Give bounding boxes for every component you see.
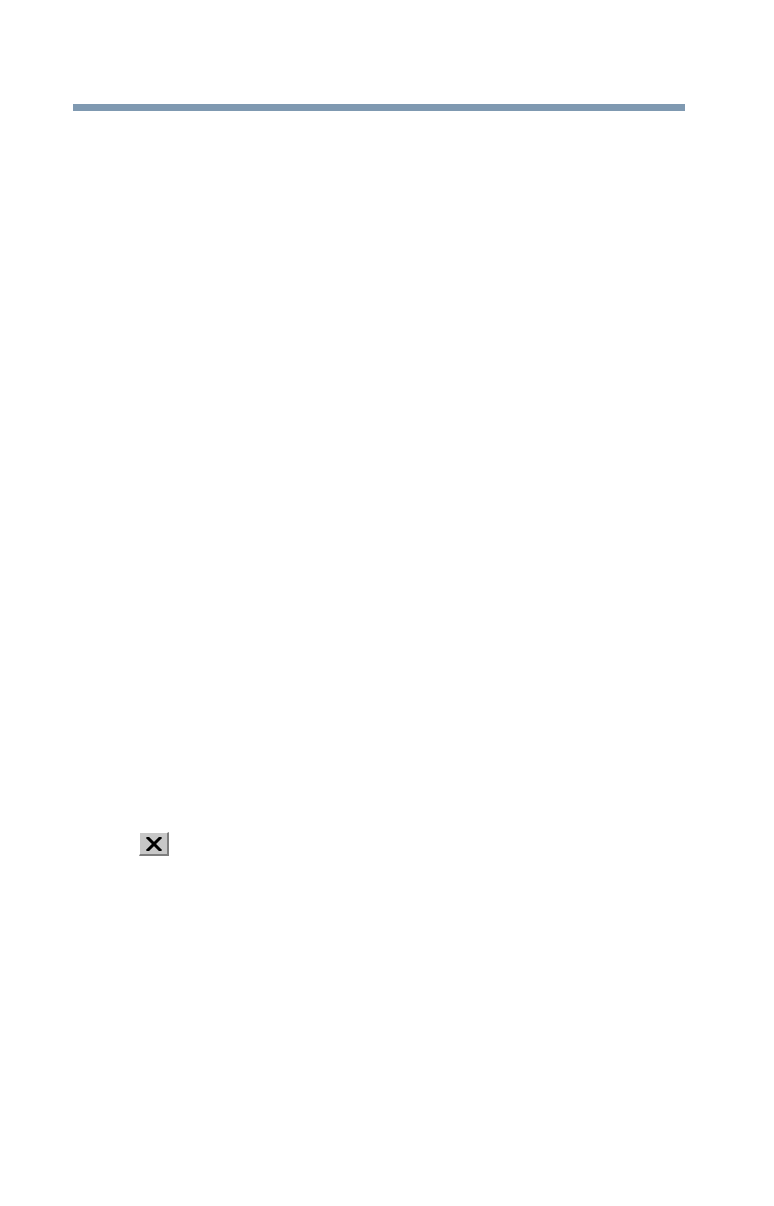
close-icon [145, 836, 162, 851]
close-button[interactable] [139, 832, 169, 856]
header-rule [73, 104, 685, 111]
